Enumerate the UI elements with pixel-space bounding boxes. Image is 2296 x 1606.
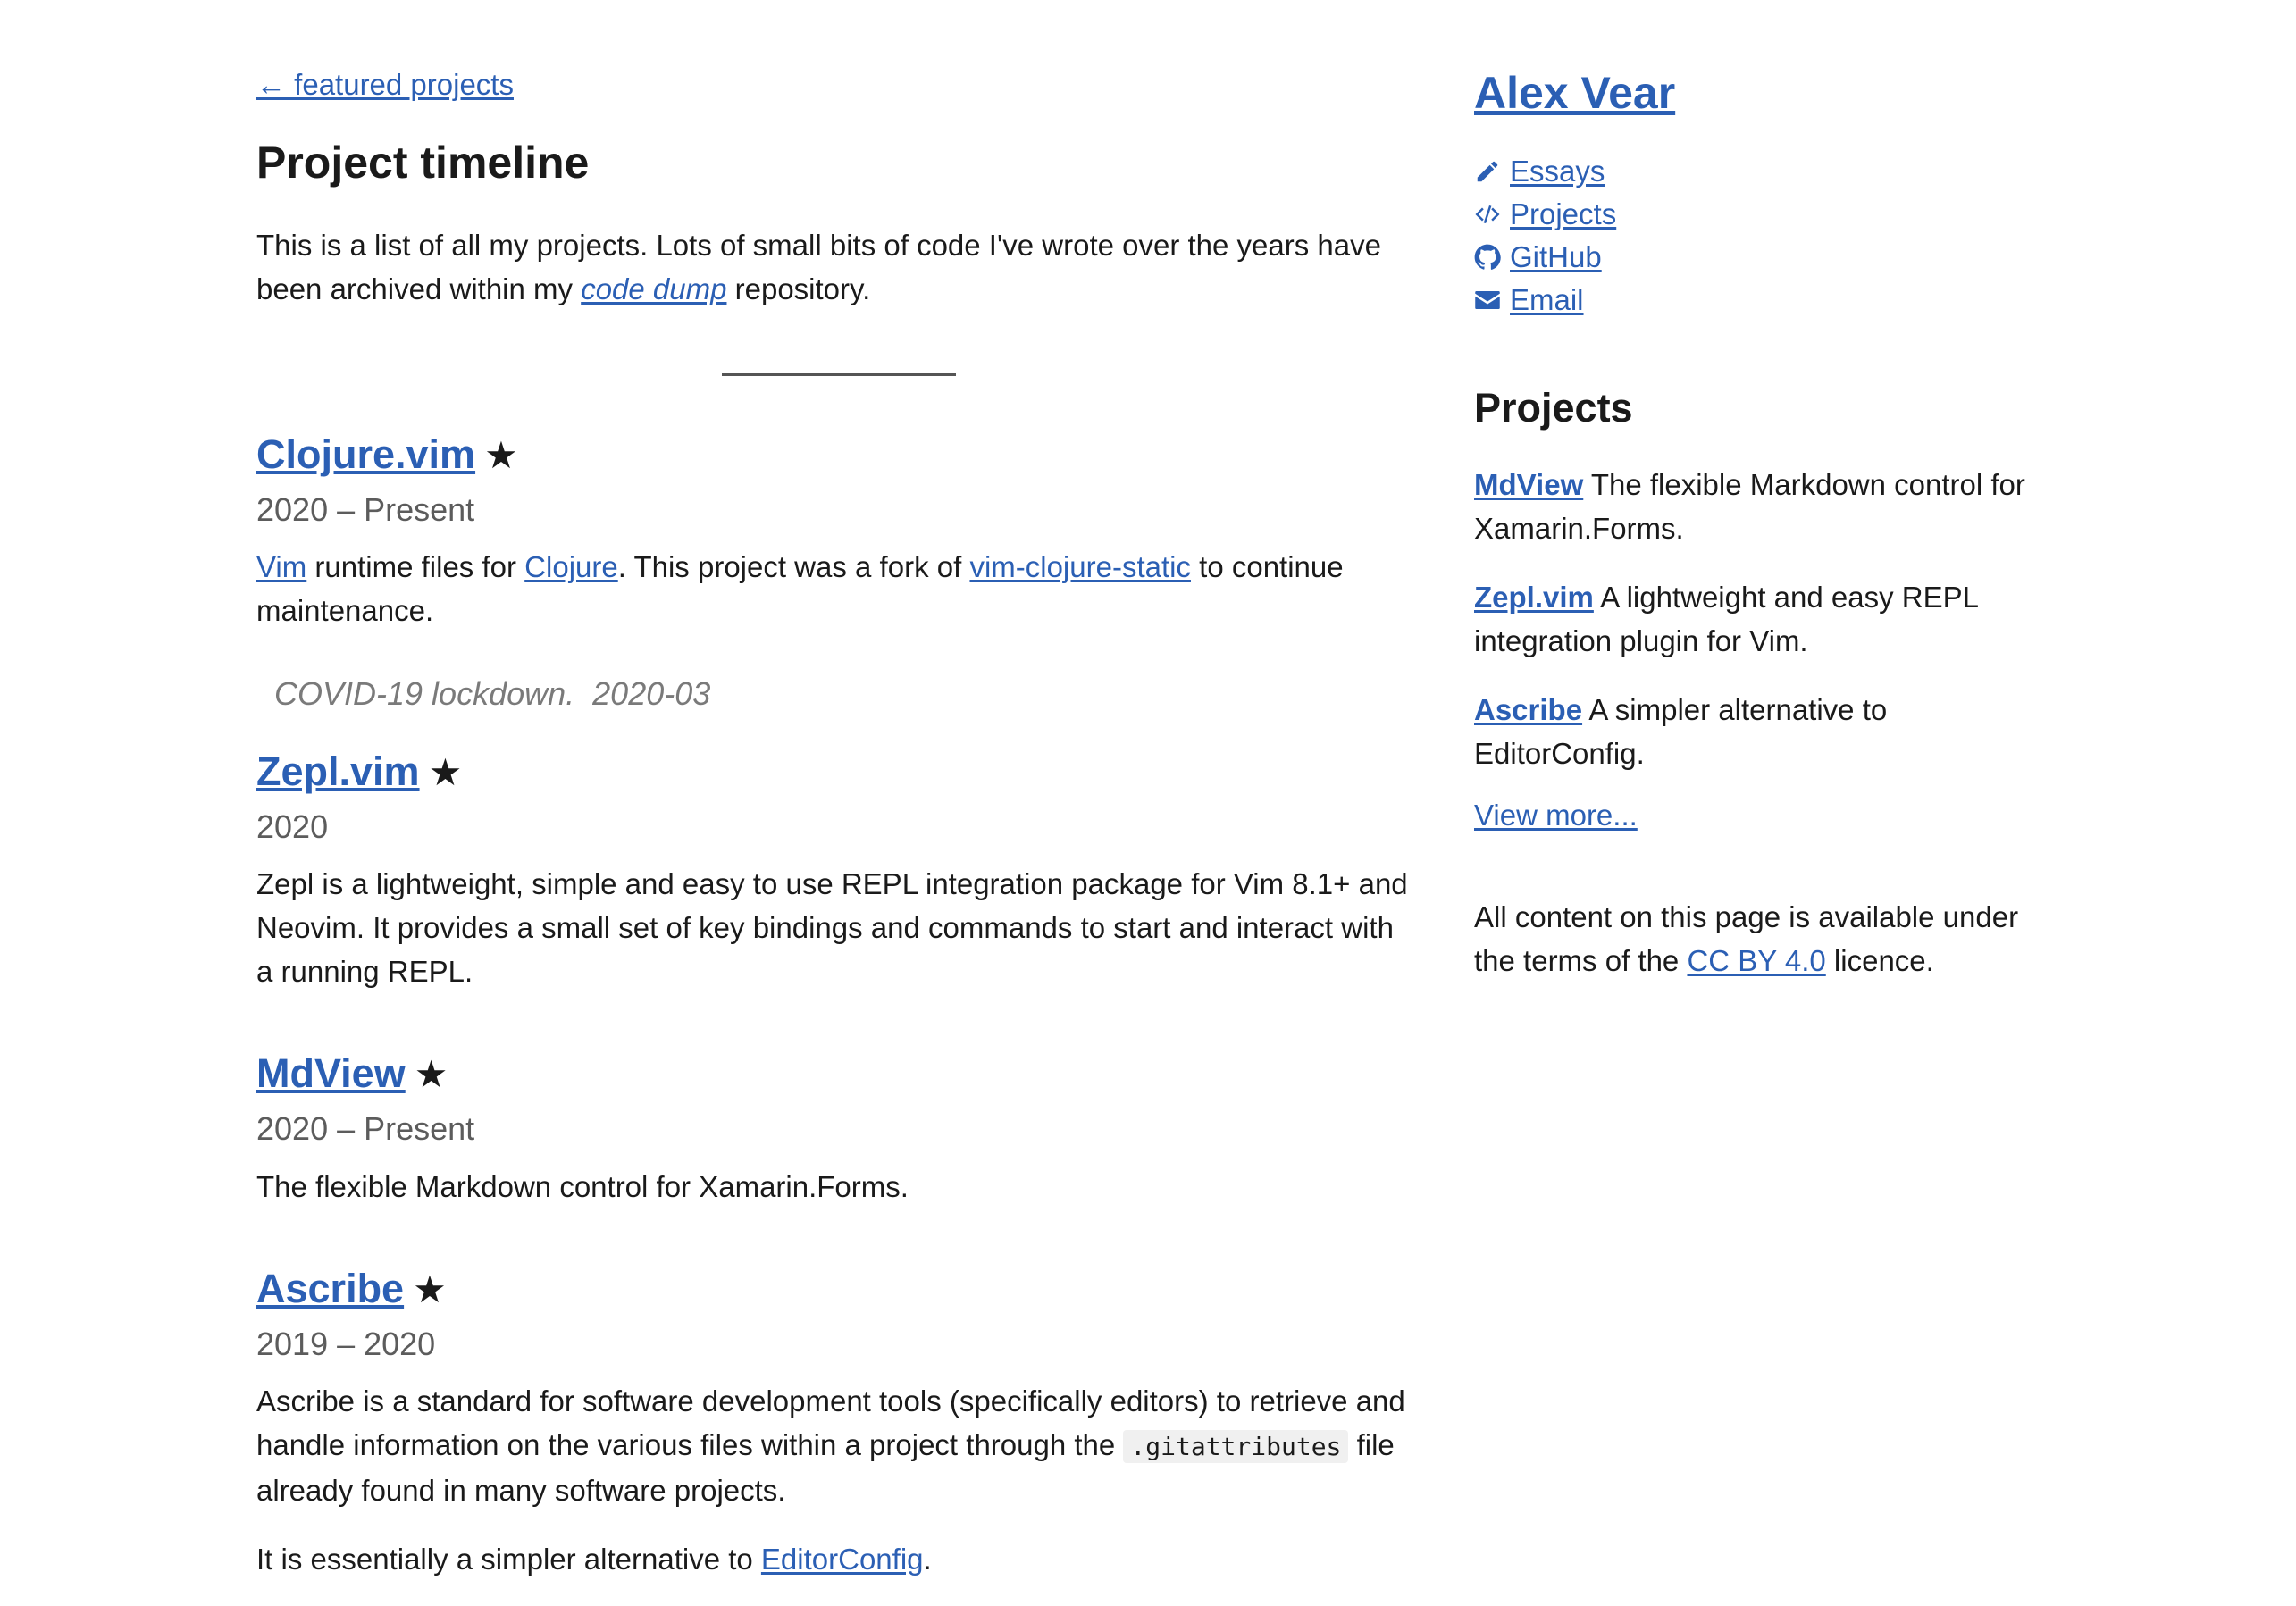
star-icon: ★ <box>428 751 463 794</box>
project-description: Vim runtime files for Clojure. This proj… <box>256 545 1418 632</box>
desc-text: It is essentially a simpler alternative … <box>256 1542 761 1576</box>
sidebar-nav: Essays Projects GitHub Email <box>1474 150 2064 322</box>
nav-link-essays[interactable]: Essays <box>1510 150 1605 193</box>
sidebar-project-link[interactable]: MdView <box>1474 468 1583 501</box>
clojure-link[interactable]: Clojure <box>524 550 618 583</box>
project-title-link[interactable]: Ascribe <box>256 1266 404 1312</box>
divider <box>722 373 956 376</box>
view-more-link[interactable]: View more... <box>1474 799 1638 832</box>
github-icon <box>1474 244 1501 270</box>
page-title: Project timeline <box>256 138 590 188</box>
star-icon: ★ <box>413 1267 447 1310</box>
code-dump-link[interactable]: code dump <box>581 272 726 305</box>
desc-text: . <box>923 1542 932 1576</box>
desc-text: . This project was a fork of <box>617 550 970 584</box>
vim-clojure-static-link[interactable]: vim-clojure-static <box>969 550 1191 583</box>
site-owner-link[interactable]: Alex Vear <box>1474 66 1675 120</box>
editorconfig-link[interactable]: EditorConfig <box>761 1543 924 1576</box>
star-icon: ★ <box>484 434 518 476</box>
vim-link[interactable]: Vim <box>256 550 306 583</box>
nav-item-essays: Essays <box>1474 150 2064 193</box>
project-date: 2020 <box>256 808 329 846</box>
license-text-end: licence. <box>1825 944 1934 977</box>
nav-link-email[interactable]: Email <box>1510 279 1584 322</box>
main-content: ← featured projects Project timeline Thi… <box>256 63 1418 1581</box>
project-description: Ascribe is a standard for software devel… <box>256 1379 1418 1512</box>
project-entry: MdView ★ 2020 – Present The flexible Mar… <box>256 1050 1418 1208</box>
project-title-link[interactable]: MdView <box>256 1050 406 1097</box>
project-title-link[interactable]: Clojure.vim <box>256 431 475 478</box>
sidebar-project-item: MdView The flexible Markdown control for… <box>1474 463 2064 550</box>
sidebar-project-item: Zepl.vim A lightweight and easy REPL int… <box>1474 575 2064 663</box>
project-description: Zepl is a lightweight, simple and easy t… <box>256 867 1408 989</box>
nav-link-github[interactable]: GitHub <box>1510 236 1602 279</box>
sidebar: Alex Vear Essays Projects GitHub Email P… <box>1474 63 2064 983</box>
envelope-icon <box>1475 291 1500 309</box>
project-date: 2020 – Present <box>256 491 475 528</box>
project-entry: Ascribe ★ 2019 – 2020 Ascribe is a stand… <box>256 1266 1418 1581</box>
sidebar-project-link[interactable]: Ascribe <box>1474 693 1582 726</box>
star-icon: ★ <box>414 1053 448 1096</box>
nav-link-projects[interactable]: Projects <box>1510 193 1616 236</box>
project-entry: Zepl.vim ★ 2020 Zepl is a lightweight, s… <box>256 749 1418 993</box>
project-date: 2019 – 2020 <box>256 1325 436 1362</box>
cc-by-link[interactable]: CC BY 4.0 <box>1687 944 1825 977</box>
featured-projects-link[interactable]: ← featured projects <box>256 68 514 102</box>
project-date: 2020 – Present <box>256 1110 475 1148</box>
nav-item-email: Email <box>1474 279 2064 322</box>
milestone-text: COVID-19 lockdown. <box>274 675 575 713</box>
sidebar-project-link[interactable]: Zepl.vim <box>1474 581 1594 614</box>
nav-item-projects: Projects <box>1474 193 2064 236</box>
pencil-icon <box>1477 161 1498 182</box>
intro-paragraph: This is a list of all my projects. Lots … <box>256 223 1418 311</box>
timeline-milestone: COVID-19 lockdown. 2020-03 <box>274 675 1418 713</box>
project-entry: Clojure.vim ★ 2020 – Present Vim runtime… <box>256 431 1418 632</box>
sidebar-projects-heading: Projects <box>1474 385 1633 431</box>
project-title-link[interactable]: Zepl.vim <box>256 749 420 795</box>
sidebar-project-item: Ascribe A simpler alternative to EditorC… <box>1474 688 2064 775</box>
nav-item-github: GitHub <box>1474 236 2064 279</box>
project-description: The flexible Markdown control for Xamari… <box>256 1169 909 1203</box>
intro-text-end: repository. <box>726 272 871 305</box>
code-icon <box>1475 205 1500 223</box>
desc-text: runtime files for <box>306 550 525 584</box>
license-note: All content on this page is available un… <box>1474 895 2064 983</box>
project-description-2: It is essentially a simpler alternative … <box>256 1537 1418 1581</box>
gitattributes-code: .gitattributes <box>1123 1429 1349 1463</box>
milestone-date: 2020-03 <box>592 675 711 713</box>
